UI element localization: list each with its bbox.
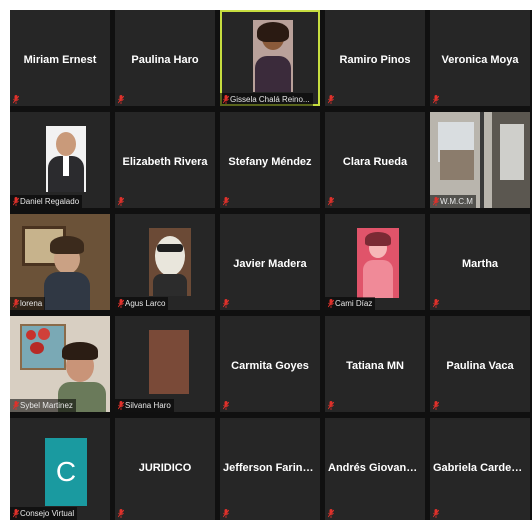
- participant-tile-elizabeth-rivera[interactable]: Elizabeth Rivera: [115, 112, 215, 208]
- participant-name: Carmita Goyes: [231, 360, 309, 372]
- participant-tile-martha[interactable]: Martha: [430, 214, 530, 310]
- mic-muted-icon: [13, 95, 19, 104]
- participant-video: [149, 330, 189, 394]
- participant-name: Gabriela Cardenas: [433, 462, 530, 474]
- participant-video: [149, 228, 191, 296]
- participant-name: JURIDICO: [138, 462, 192, 474]
- mic-muted-icon: [13, 299, 19, 308]
- participant-name: Paulina Haro: [131, 54, 199, 66]
- participant-video: [430, 112, 530, 208]
- participant-tile-sybel-martinez[interactable]: Sybel Martinez: [10, 316, 110, 412]
- participant-tile-paulina-vaca[interactable]: Paulina Vaca: [430, 316, 530, 412]
- mic-muted-icon: [328, 401, 334, 410]
- participant-name: Stefany Méndez: [228, 156, 312, 168]
- mic-muted-icon: [118, 197, 124, 206]
- participant-video: [357, 228, 399, 298]
- mic-muted-icon: [223, 299, 229, 308]
- participant-tile-gabriela-cardenas[interactable]: Gabriela Cardenas: [430, 418, 530, 520]
- mic-muted-icon: [433, 509, 439, 518]
- mic-muted-icon: [13, 509, 19, 518]
- mic-muted-icon: [223, 95, 229, 104]
- mic-muted-icon: [118, 95, 124, 104]
- participant-tile-daniel-regalado[interactable]: Daniel Regalado: [10, 112, 110, 208]
- mic-muted-icon: [433, 299, 439, 308]
- mic-muted-icon: [223, 509, 229, 518]
- participant-tile-andres-giovann[interactable]: Andrés Giovann...: [325, 418, 425, 520]
- mic-muted-icon: [328, 509, 334, 518]
- mic-muted-icon: [223, 197, 229, 206]
- participant-name: Ramiro Pinos: [339, 54, 411, 66]
- participant-tile-javier-madera[interactable]: Javier Madera: [220, 214, 320, 310]
- participant-video: [46, 126, 86, 192]
- mic-muted-icon: [13, 197, 19, 206]
- participant-label: Consejo Virtual: [10, 507, 78, 520]
- mic-muted-icon: [223, 401, 229, 410]
- participant-name: Paulina Vaca: [446, 360, 514, 372]
- mic-muted-icon: [118, 509, 124, 518]
- participant-video: [10, 316, 110, 412]
- participant-tile-consejo-virtual[interactable]: C Consejo Virtual: [10, 418, 110, 520]
- participant-label: Gissela Chalá Reino...: [220, 93, 313, 106]
- participant-label: Daniel Regalado: [10, 195, 83, 208]
- participant-tile-paulina-haro[interactable]: Paulina Haro: [115, 10, 215, 106]
- avatar: C: [45, 438, 87, 506]
- participant-name: Jefferson Farina...: [223, 462, 318, 474]
- mic-muted-icon: [328, 299, 334, 308]
- mic-muted-icon: [13, 401, 19, 410]
- participant-tile-jefferson-farina[interactable]: Jefferson Farina...: [220, 418, 320, 520]
- participant-tile-miriam-ernest[interactable]: Miriam Ernest: [10, 10, 110, 106]
- participant-tile-tatiana-mn[interactable]: Tatiana MN: [325, 316, 425, 412]
- participant-name: Martha: [461, 258, 499, 270]
- participant-tile-gissela-chala[interactable]: Gissela Chalá Reino...: [220, 10, 320, 106]
- participant-name: Tatiana MN: [346, 360, 404, 372]
- participant-name: Miriam Ernest: [23, 54, 97, 66]
- mic-muted-icon: [433, 95, 439, 104]
- participant-tile-agus-larco[interactable]: Agus Larco: [115, 214, 215, 310]
- mic-muted-icon: [433, 401, 439, 410]
- participant-tile-wmcm[interactable]: W.M.C.M: [430, 112, 530, 208]
- participant-tile-cami-diaz[interactable]: Cami Díaz: [325, 214, 425, 310]
- mic-muted-icon: [118, 299, 124, 308]
- participant-video: [253, 20, 293, 92]
- participant-name: Javier Madera: [233, 258, 307, 270]
- participant-tile-clara-rueda[interactable]: Clara Rueda: [325, 112, 425, 208]
- mic-muted-icon: [328, 197, 334, 206]
- participant-name: Andrés Giovann...: [328, 462, 423, 474]
- mic-muted-icon: [328, 95, 334, 104]
- participant-name: Clara Rueda: [342, 156, 408, 168]
- participant-video: [10, 214, 110, 310]
- mic-muted-icon: [433, 197, 439, 206]
- participant-tile-stefany-mendez[interactable]: Stefany Méndez: [220, 112, 320, 208]
- participant-name: Elizabeth Rivera: [122, 156, 208, 168]
- participant-tile-ramiro-pinos[interactable]: Ramiro Pinos: [325, 10, 425, 106]
- mic-muted-icon: [118, 401, 124, 410]
- participant-name: Veronica Moya: [441, 54, 519, 66]
- participant-tile-juridico[interactable]: JURIDICO: [115, 418, 215, 520]
- participant-tile-silvana-haro[interactable]: Silvana Haro: [115, 316, 215, 412]
- participant-tile-carmita-goyes[interactable]: Carmita Goyes: [220, 316, 320, 412]
- participant-grid: Miriam Ernest Paulina Haro Gissela Chalá…: [10, 10, 532, 520]
- participant-tile-veronica-moya[interactable]: Veronica Moya: [430, 10, 530, 106]
- participant-tile-lorena[interactable]: lorena: [10, 214, 110, 310]
- participant-label: Sybel Martinez: [10, 399, 76, 412]
